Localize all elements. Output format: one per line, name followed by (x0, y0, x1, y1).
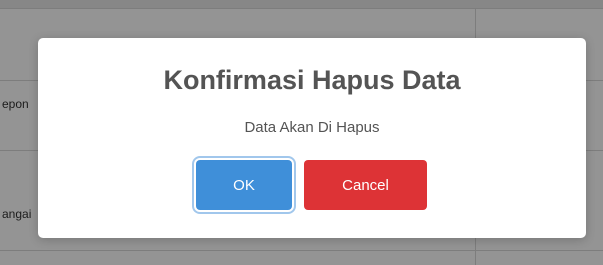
ok-button[interactable]: OK (196, 160, 292, 210)
dialog-message: Data Akan Di Hapus (244, 119, 380, 136)
cancel-button[interactable]: Cancel (304, 160, 427, 210)
confirm-delete-dialog: Konfirmasi Hapus Data Data Akan Di Hapus… (38, 38, 586, 238)
dialog-title: Konfirmasi Hapus Data (163, 65, 461, 95)
